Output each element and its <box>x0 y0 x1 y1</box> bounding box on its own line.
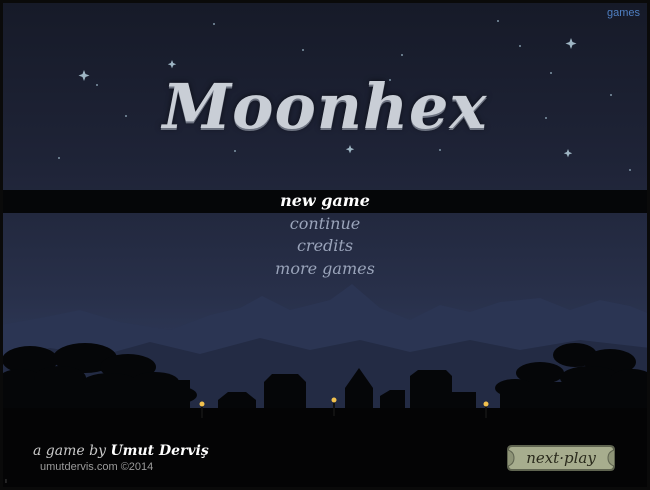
menu-item-credits[interactable]: credits <box>0 235 650 258</box>
credit-prefix: a game by <box>33 443 106 459</box>
menu-item-continue[interactable]: continue <box>0 213 650 236</box>
next-play-label: next·play <box>526 449 596 467</box>
author-site: umutdervis.com ©2014 <box>40 461 154 473</box>
games-link[interactable]: games <box>607 7 640 19</box>
author-name: Umut Derviş <box>110 443 209 459</box>
game-title-screen: games Moonhex new game continue credits … <box>0 0 650 490</box>
menu-item-new-game[interactable]: new game <box>0 190 650 213</box>
main-menu: new game continue credits more games <box>0 190 650 280</box>
game-logo: Moonhex <box>162 70 488 143</box>
corner-mark: ı <box>5 478 7 485</box>
author-credit: a game by Umut Derviş <box>33 443 209 459</box>
next-play-button[interactable]: next·play <box>506 443 616 473</box>
